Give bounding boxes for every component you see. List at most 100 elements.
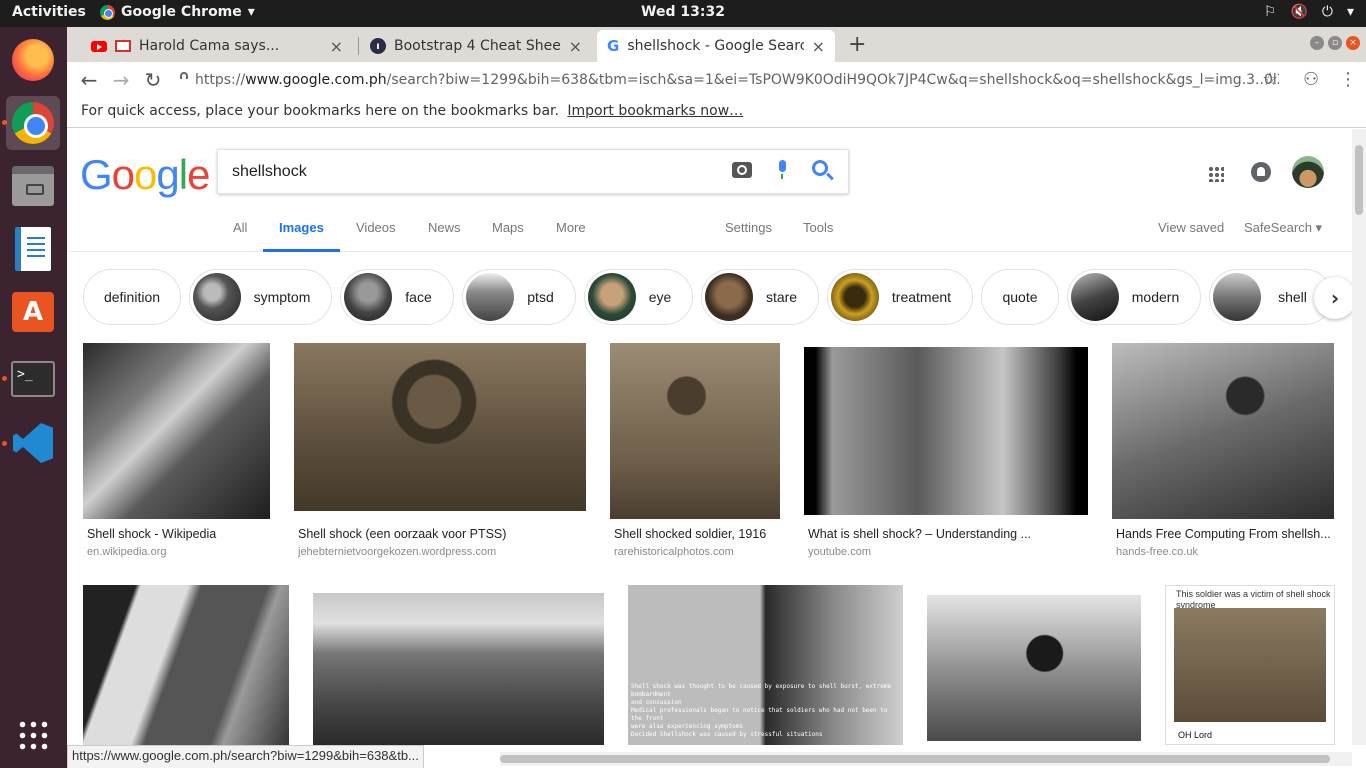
- vertical-scrollbar[interactable]: [1352, 129, 1366, 745]
- menu-icon[interactable]: ⋮: [1339, 69, 1357, 90]
- tab-news[interactable]: News: [428, 220, 461, 235]
- activities-button[interactable]: Activities: [12, 4, 86, 20]
- result-title[interactable]: Shell shocked soldier, 1916: [614, 527, 790, 541]
- image-result[interactable]: [927, 595, 1141, 741]
- maximize-button[interactable]: ▫: [1328, 36, 1342, 50]
- search-input[interactable]: [232, 160, 712, 184]
- image-result[interactable]: Hands Free Computing From shellsh... han…: [1112, 343, 1336, 558]
- dock-show-apps[interactable]: [6, 708, 60, 762]
- result-image[interactable]: [83, 585, 289, 745]
- tab-images[interactable]: Images: [279, 220, 324, 235]
- chip-label: symptom: [253, 289, 311, 305]
- import-bookmarks-link[interactable]: Import bookmarks now…: [567, 103, 743, 119]
- dock-terminal[interactable]: >_: [6, 352, 60, 406]
- microphone-icon[interactable]: [776, 160, 788, 179]
- tab-settings[interactable]: Settings: [725, 220, 772, 235]
- image-result[interactable]: [313, 593, 604, 745]
- result-source: jehebternietvoorgekozen.wordpress.com: [298, 546, 497, 558]
- scrollbar-thumb[interactable]: [500, 755, 1330, 763]
- result-image[interactable]: [313, 593, 604, 745]
- app-menu-label: Google Chrome: [121, 4, 242, 20]
- result-image[interactable]: This soldier was a victim of shell shock…: [1165, 585, 1335, 745]
- image-result[interactable]: Shell shock - Wikipedia en.wikipedia.org: [83, 343, 283, 558]
- chip-treatment[interactable]: treatment: [827, 269, 973, 325]
- tab-tools[interactable]: Tools: [803, 220, 833, 235]
- tab-more[interactable]: More: [556, 220, 586, 235]
- tab-all[interactable]: All: [233, 220, 247, 235]
- result-title[interactable]: Hands Free Computing From shellsh...: [1116, 527, 1336, 541]
- chip-ptsd[interactable]: ptsd: [462, 269, 576, 325]
- dock-writer[interactable]: [6, 222, 60, 276]
- files-icon: [12, 166, 54, 206]
- result-image[interactable]: [610, 343, 780, 519]
- apps-grid-icon[interactable]: [1208, 166, 1224, 182]
- result-image[interactable]: Shell shock was thought to be caused by …: [628, 585, 903, 745]
- avatar[interactable]: [1292, 156, 1324, 188]
- tab-strip: Harold Cama says... × ı Bootstrap 4 Chea…: [67, 27, 1366, 62]
- url-path: /search?biw=1299&bih=638&tbm=isch&sa=1&e…: [386, 72, 1279, 88]
- result-image[interactable]: [83, 343, 270, 519]
- result-image[interactable]: [294, 343, 586, 511]
- bookmark-star-icon[interactable]: ☆: [1262, 69, 1278, 90]
- chip-eye[interactable]: eye: [584, 269, 693, 325]
- image-result[interactable]: Shell shocked soldier, 1916 rarehistoric…: [610, 343, 790, 558]
- chip-label: treatment: [891, 289, 952, 305]
- close-icon[interactable]: ×: [569, 37, 582, 56]
- camera-icon[interactable]: [732, 162, 752, 178]
- tab-bootstrap[interactable]: ı Bootstrap 4 Cheat Sheet - ×: [360, 30, 592, 62]
- window-controls: – ▫ ×: [1310, 36, 1360, 50]
- dock-firefox[interactable]: [6, 33, 60, 87]
- result-image[interactable]: [927, 595, 1141, 741]
- ubuntu-top-bar: Activities Google Chrome ▾ Wed 13:32 ⚐ 🔇…: [0, 0, 1366, 27]
- system-tray[interactable]: ⚐ 🔇 ⏻ ▾: [1264, 4, 1354, 20]
- chevron-right-icon[interactable]: ›: [1314, 277, 1352, 319]
- dock-files[interactable]: [6, 159, 60, 213]
- google-logo[interactable]: Google: [80, 151, 210, 199]
- tab-google-search[interactable]: G shellshock - Google Searc ×: [597, 30, 835, 62]
- address-bar[interactable]: https://www.google.com.ph/search?biw=129…: [179, 67, 1279, 93]
- result-title[interactable]: What is shell shock? – Understanding ...: [808, 527, 1092, 541]
- software-center-icon: A: [12, 292, 54, 332]
- tab-separator: [358, 37, 359, 55]
- chip-stare[interactable]: stare: [701, 269, 819, 325]
- new-tab-button[interactable]: +: [848, 32, 866, 57]
- chip-quote[interactable]: quote: [981, 269, 1059, 325]
- chip-modern[interactable]: modern: [1067, 269, 1201, 325]
- chip-definition[interactable]: definition: [83, 269, 181, 325]
- tab-maps[interactable]: Maps: [492, 220, 524, 235]
- image-result[interactable]: Shell shock (een oorzaak voor PTSS) jehe…: [294, 343, 594, 558]
- scrollbar-thumb[interactable]: [1355, 145, 1363, 215]
- chip-symptom[interactable]: symptom: [189, 269, 332, 325]
- clock[interactable]: Wed 13:32: [641, 4, 725, 20]
- bookmarks-hint: For quick access, place your bookmarks h…: [81, 103, 559, 119]
- result-image[interactable]: [1112, 343, 1334, 519]
- minimize-button[interactable]: –: [1310, 36, 1324, 50]
- chrome-icon: [12, 102, 54, 144]
- tab-videos[interactable]: Videos: [356, 220, 396, 235]
- notifications-icon[interactable]: [1251, 162, 1271, 182]
- back-button[interactable]: ←: [77, 68, 101, 92]
- tab-gmail[interactable]: Harold Cama says... ×: [81, 30, 353, 62]
- dock-vscode[interactable]: [6, 416, 60, 470]
- app-menu[interactable]: Google Chrome ▾: [100, 4, 255, 20]
- chip-face[interactable]: face: [340, 269, 454, 325]
- search-icon[interactable]: [812, 160, 828, 176]
- close-icon[interactable]: ×: [812, 37, 825, 56]
- forward-button[interactable]: →: [109, 68, 133, 92]
- dock-chrome[interactable]: [6, 96, 60, 150]
- image-result[interactable]: Shell shock was thought to be caused by …: [628, 585, 903, 745]
- image-result[interactable]: What is shell shock? – Understanding ...…: [804, 343, 1094, 558]
- reload-button[interactable]: ↻: [141, 68, 165, 92]
- extension-icon[interactable]: ⚇: [1303, 69, 1319, 90]
- result-image[interactable]: [804, 347, 1088, 515]
- image-result[interactable]: This soldier was a victim of shell shock…: [1165, 585, 1335, 745]
- result-title[interactable]: Shell shock - Wikipedia: [87, 527, 277, 541]
- safesearch-dropdown[interactable]: SafeSearch ▾: [1244, 220, 1322, 236]
- dock-software-center[interactable]: A: [6, 285, 60, 339]
- image-result[interactable]: [83, 585, 289, 745]
- close-window-button[interactable]: ×: [1346, 36, 1360, 50]
- close-icon[interactable]: ×: [330, 37, 343, 56]
- view-saved-link[interactable]: View saved: [1158, 220, 1224, 235]
- horizontal-scrollbar[interactable]: [500, 752, 1352, 766]
- result-title[interactable]: Shell shock (een oorzaak voor PTSS): [298, 527, 590, 541]
